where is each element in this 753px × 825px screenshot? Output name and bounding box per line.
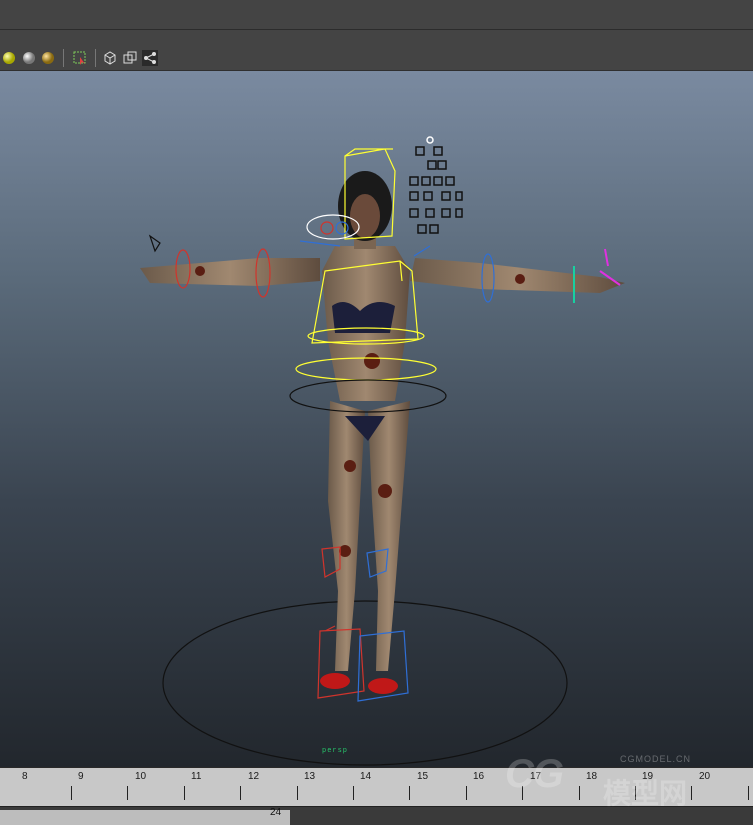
timeline-tick-label: 16	[473, 771, 485, 782]
character-mesh	[140, 171, 625, 694]
timeline-tick-label: 14	[360, 771, 372, 782]
timeline-tick	[466, 786, 467, 800]
isolate-cube-icon[interactable]	[122, 50, 138, 66]
timeline-tick	[409, 786, 410, 800]
light-gray-sphere-icon[interactable]	[21, 50, 37, 66]
timeline-tick-label: 8	[22, 771, 28, 782]
toolbar-separator	[95, 49, 96, 67]
range-slider-handle[interactable]	[0, 810, 290, 825]
timeline-tick-label: 20	[699, 771, 711, 782]
select-region-icon[interactable]	[72, 50, 88, 66]
light-gold-sphere-icon[interactable]	[40, 50, 56, 66]
watermark-logo: CG	[505, 752, 564, 796]
timeline-tick	[71, 786, 72, 800]
timeline-tick-label: 18	[586, 771, 598, 782]
viewport-toolbar	[0, 46, 753, 71]
timeline-tick-label: 9	[78, 771, 84, 782]
timeline-tick	[184, 786, 185, 800]
timeline-tick-label: 13	[304, 771, 316, 782]
timeline-tick-label: 15	[417, 771, 429, 782]
wireframe-cube-icon[interactable]	[102, 50, 118, 66]
timeline-tick	[297, 786, 298, 800]
timeline-tick-label: 11	[191, 771, 202, 782]
timeline-tick	[748, 786, 749, 800]
share-nodes-icon[interactable]	[142, 50, 158, 66]
timeline-tick	[353, 786, 354, 800]
timeline-tick	[579, 786, 580, 800]
watermark-text: 模型网	[603, 778, 688, 809]
scene-render	[140, 136, 625, 766]
title-strip	[0, 0, 753, 46]
range-end-frame: 24	[270, 807, 282, 818]
camera-label: persp	[322, 747, 349, 755]
timeline-tick-label: 12	[248, 771, 260, 782]
timeline-tick	[691, 786, 692, 800]
toolbar-separator	[63, 49, 64, 67]
timeline-tick	[127, 786, 128, 800]
3d-viewport[interactable]: persp	[0, 71, 753, 767]
facial-controls	[409, 136, 463, 234]
light-yellow-sphere-icon[interactable]	[1, 50, 17, 66]
watermark-site: CGMODEL.CN	[620, 754, 692, 764]
root-control-circle	[162, 600, 568, 766]
timeline-tick-label: 10	[135, 771, 147, 782]
timeline-tick	[240, 786, 241, 800]
